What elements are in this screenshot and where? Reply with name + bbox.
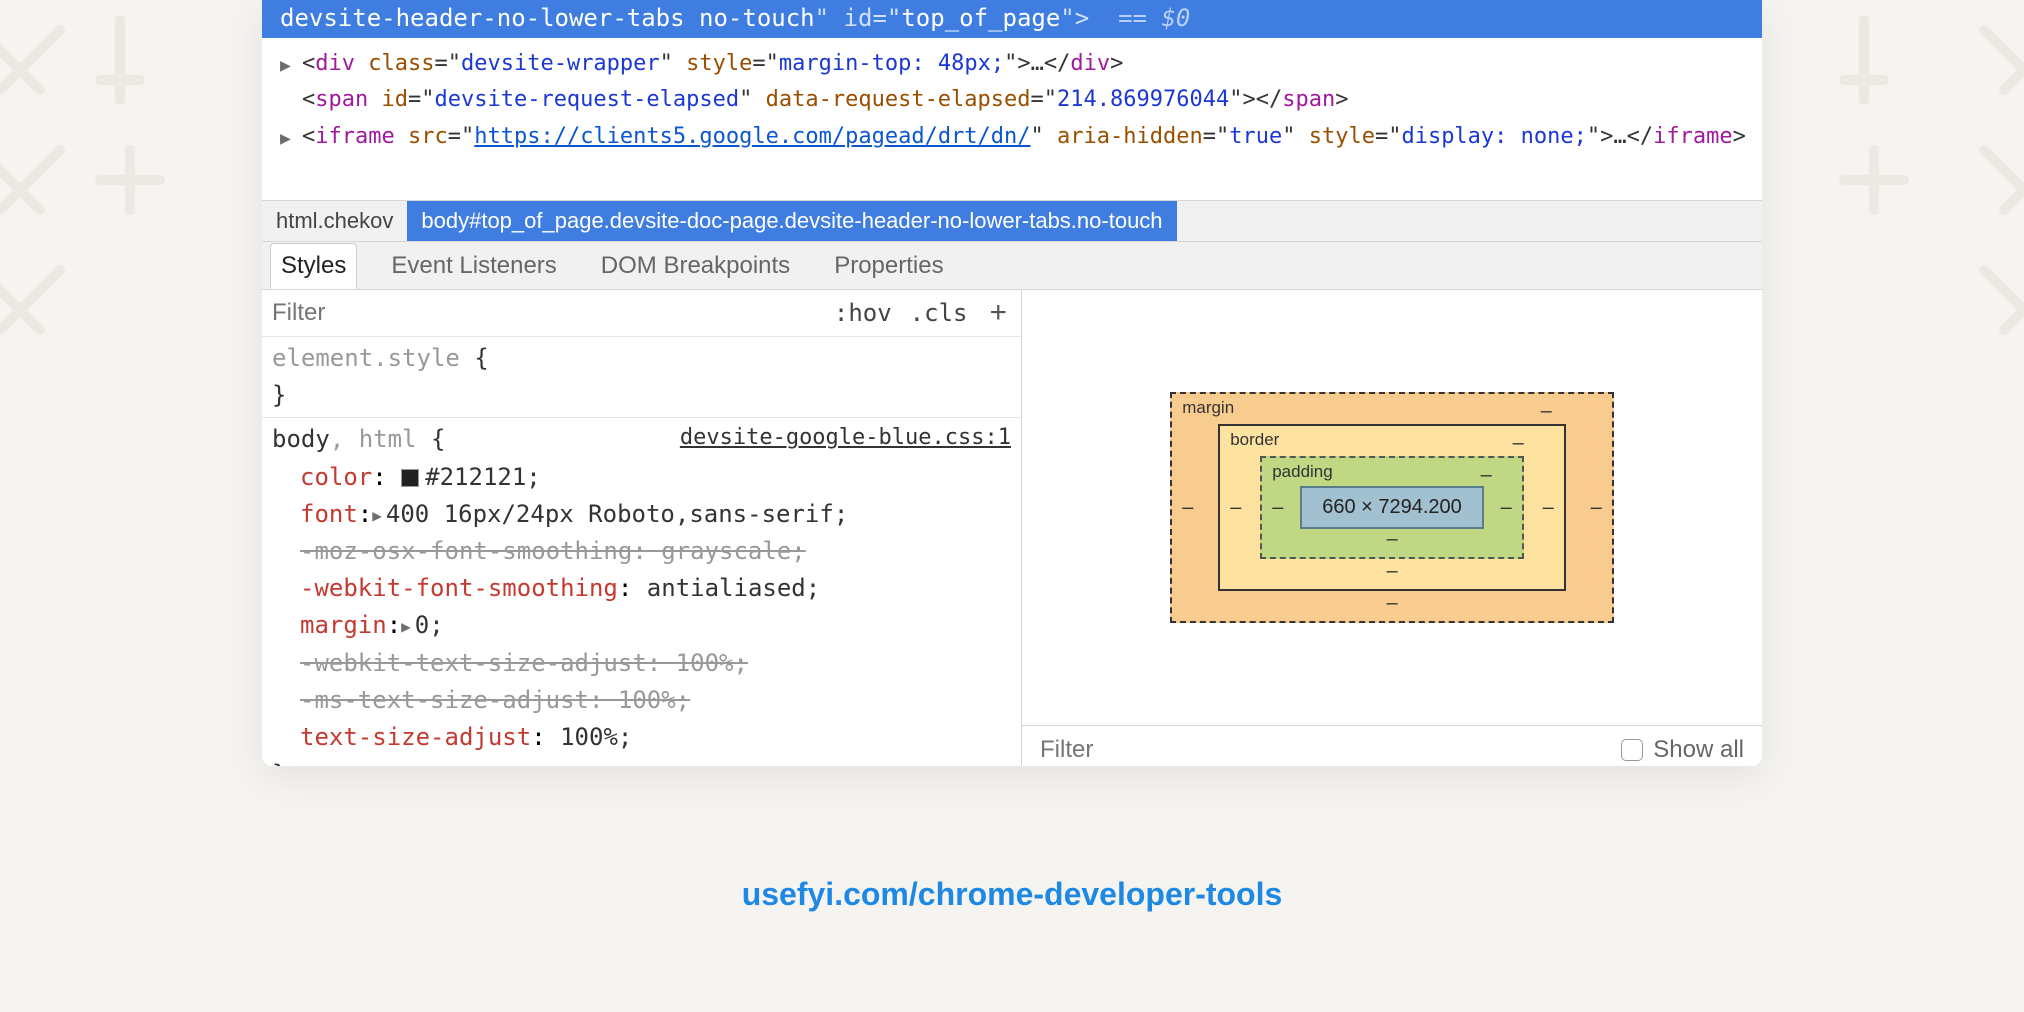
showall-label: Show all [1653, 736, 1744, 764]
devtools-panel: devsite-header-no-lower-tabs no-touch" i… [262, 0, 1762, 766]
css-prop[interactable]: color: #212121; [272, 459, 1011, 496]
tab-event-listeners[interactable]: Event Listeners [381, 244, 566, 288]
tab-properties[interactable]: Properties [824, 244, 953, 288]
box-model-padding[interactable]: padding – – – – 660 × 7294.200 [1260, 456, 1524, 559]
styles-filter-input[interactable] [272, 299, 816, 327]
dom-tree[interactable]: ▶ <div class="devsite-wrapper" style="ma… [262, 38, 1762, 200]
breadcrumb: html.chekov body#top_of_page.devsite-doc… [262, 200, 1762, 242]
css-rules: element.style { } devsite-google-blue.cs… [262, 337, 1021, 766]
dom-row[interactable]: ▶ <div class="devsite-wrapper" style="ma… [302, 46, 1752, 82]
breadcrumb-item[interactable]: html.chekov [262, 201, 407, 241]
css-prop-overridden[interactable]: -ms-text-size-adjust: 100%; [272, 682, 1011, 719]
cls-toggle[interactable]: .cls [910, 299, 968, 327]
box-model-border[interactable]: border – – – – padding – – – – 66 [1218, 424, 1566, 591]
css-prop-overridden[interactable]: -moz-osx-font-smoothing: grayscale; [272, 533, 1011, 570]
computed-filter-row: Show all [1022, 725, 1762, 766]
css-prop[interactable]: margin:▶0; [272, 607, 1011, 644]
dom-row[interactable]: <span id="devsite-request-elapsed" data-… [302, 82, 1752, 118]
hov-toggle[interactable]: :hov [834, 299, 892, 327]
tab-styles[interactable]: Styles [270, 243, 357, 289]
computed-filter-input[interactable] [1040, 736, 1621, 764]
new-rule-button[interactable]: + [985, 296, 1011, 330]
css-prop-overridden[interactable]: -webkit-text-size-adjust: 100%; [272, 645, 1011, 682]
color-swatch-icon[interactable] [401, 469, 419, 487]
computed-panel: margin – – – – border – – – – padding [1022, 290, 1762, 766]
css-prop[interactable]: font:▶400 16px/24px Roboto,sans-serif; [272, 496, 1011, 533]
box-model-content[interactable]: 660 × 7294.200 [1300, 486, 1484, 529]
box-model-margin[interactable]: margin – – – – border – – – – padding [1170, 392, 1614, 623]
expand-arrow-icon[interactable]: ▶ [280, 51, 291, 81]
expand-arrow-icon[interactable]: ▶ [280, 124, 291, 154]
rule-element-style[interactable]: element.style { } [262, 337, 1021, 418]
rule-source-link[interactable]: devsite-google-blue.css:1 [680, 421, 1011, 455]
styles-filter-row: :hov .cls + [262, 290, 1021, 337]
selected-element-line[interactable]: devsite-header-no-lower-tabs no-touch" i… [262, 0, 1762, 38]
footer-link[interactable]: usefyi.com/chrome-developer-tools [742, 876, 1283, 913]
styles-panel: :hov .cls + element.style { } devsite-go… [262, 290, 1022, 766]
showall-checkbox[interactable] [1621, 739, 1643, 761]
rule-body-html[interactable]: devsite-google-blue.css:1 body, html { c… [262, 418, 1021, 766]
css-prop[interactable]: text-size-adjust: 100%; [272, 719, 1011, 756]
dom-row[interactable]: ▶ <iframe src="https://clients5.google.c… [302, 119, 1752, 155]
selected-classes: devsite-header-no-lower-tabs no-touch [280, 4, 815, 32]
tab-dom-breakpoints[interactable]: DOM Breakpoints [591, 244, 800, 288]
box-model[interactable]: margin – – – – border – – – – padding [1022, 290, 1762, 725]
breadcrumb-item-active[interactable]: body#top_of_page.devsite-doc-page.devsit… [407, 201, 1176, 241]
styles-subtabs: Styles Event Listeners DOM Breakpoints P… [262, 242, 1762, 290]
css-prop[interactable]: -webkit-font-smoothing: antialiased; [272, 570, 1011, 607]
